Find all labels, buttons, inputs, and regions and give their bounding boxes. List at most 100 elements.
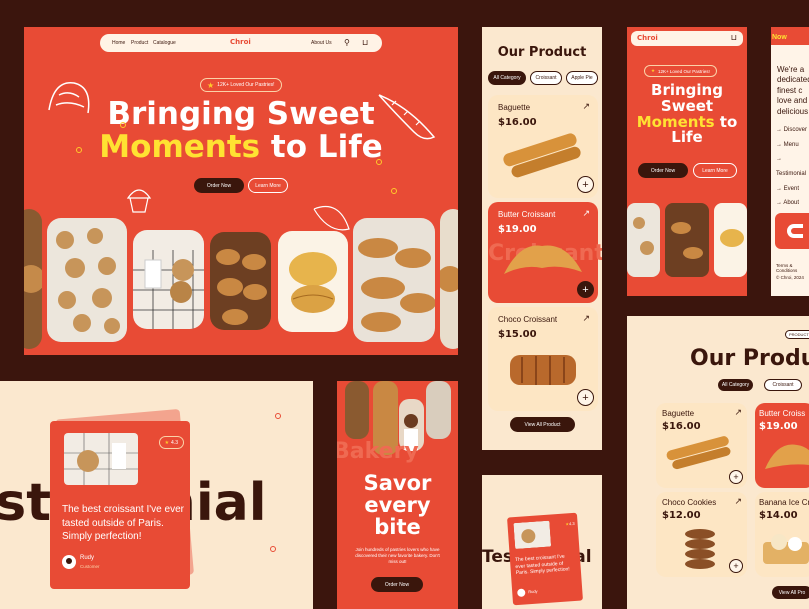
add-to-cart-button[interactable]: + xyxy=(577,389,594,406)
sparkle-icon xyxy=(376,159,382,165)
add-to-cart-button[interactable]: + xyxy=(577,176,594,193)
terms-link[interactable]: Terms & Conditions xyxy=(776,263,809,273)
hero-mobile-panel: Chroi ⊔ ★ 12K+ Loved Our Pastries! Bringi… xyxy=(627,27,747,296)
hero-title-highlight: Moments xyxy=(99,128,261,165)
arrow-up-right-icon[interactable]: ↗ xyxy=(582,208,590,219)
mobile-hero-title: Bringing Sweet Moments to Life xyxy=(636,81,738,147)
mobile-navbar: Chroi ⊔ xyxy=(631,31,743,46)
croissant-image xyxy=(765,444,809,469)
baguette-image xyxy=(666,436,731,470)
product-card[interactable]: Choco Croissant $15.00 ↗ + xyxy=(488,307,598,411)
order-now-button[interactable]: Order Now xyxy=(638,163,688,178)
brand-mark-icon xyxy=(775,213,809,249)
menu-item-event[interactable]: → Event xyxy=(776,182,809,197)
add-to-cart-button[interactable]: + xyxy=(729,559,743,573)
testimonial-mobile-panel: Testimonial ★4.3 The best croissant I've… xyxy=(482,475,602,609)
product-price: $19.00 xyxy=(498,224,537,235)
product-card[interactable]: Choco Cookies $12.00 ↗ + xyxy=(656,492,747,577)
add-to-cart-button[interactable]: + xyxy=(577,281,594,298)
chip-all-category[interactable]: All Category xyxy=(718,379,753,391)
learn-more-button[interactable]: Learn More xyxy=(248,178,288,193)
cart-icon[interactable]: ⊔ xyxy=(731,33,737,42)
croissant-cut-photo xyxy=(278,231,348,332)
savor-mobile-panel: Bakery Savor every bite Join hundreds of… xyxy=(337,381,458,609)
loved-badge: ★ 12K+ Loved Our Pastries! xyxy=(200,78,282,92)
hero-section: Home Product Catalogue Chroi About Us ⚲ … xyxy=(24,27,458,355)
product-price: $16.00 xyxy=(498,117,537,128)
chip-all-category[interactable]: All Category xyxy=(488,71,526,85)
cupcake-doodle-icon xyxy=(126,189,152,213)
product-name: Baguette xyxy=(662,409,695,418)
sparkle-icon xyxy=(391,188,397,194)
product-mobile-panel: Our Product All Category Croissant Apple… xyxy=(482,27,602,450)
search-icon[interactable]: ⚲ xyxy=(344,38,350,47)
brand-logo[interactable]: Chroi xyxy=(637,34,658,42)
product-name: Baguette xyxy=(498,103,531,112)
sparkle-icon xyxy=(120,122,126,128)
menu-intro: We're a dedicated finest c love and deli… xyxy=(777,65,809,116)
customer-name: Rudy xyxy=(528,588,538,595)
learn-more-button[interactable]: Learn More xyxy=(693,163,737,178)
hero-title-rest: to Life xyxy=(260,128,383,165)
product-card[interactable]: Croissant Butter Croissant $19.00 ↗ + xyxy=(488,202,602,303)
loved-badge: ★ 12K+ Loved Our Pastries! xyxy=(644,65,717,77)
menu-item-discover[interactable]: → Discover xyxy=(776,123,809,138)
product-card[interactable]: Baguette $16.00 ↗ + xyxy=(656,403,747,488)
view-all-product-button[interactable]: View All Pro xyxy=(772,586,809,599)
chip-apple-pie[interactable]: Apple Pie xyxy=(566,71,598,85)
star-icon: ★ xyxy=(651,68,656,73)
product-card[interactable]: Butter Croiss $19.00 xyxy=(755,403,809,488)
chip-croissant[interactable]: Croissant xyxy=(530,71,562,85)
product-card[interactable]: Banana Ice Cr $14.00 xyxy=(755,492,809,577)
product-name: Banana Ice Cr xyxy=(759,498,809,507)
nav-home[interactable]: Home xyxy=(112,40,125,46)
nav-product[interactable]: Product xyxy=(131,40,148,46)
rating-badge: ★4.3 xyxy=(565,520,575,527)
menu-item-testimonial[interactable]: → Testimonial xyxy=(776,152,809,181)
add-to-cart-button[interactable]: + xyxy=(729,470,743,484)
product-price: $16.00 xyxy=(662,421,701,432)
croissants-sugar-photo xyxy=(210,232,271,330)
baguette-image xyxy=(503,133,581,178)
nav-about[interactable]: About Us xyxy=(311,40,332,46)
bg-watermark-text: Bakery xyxy=(337,439,419,464)
product-name: Choco Croissant xyxy=(498,315,558,324)
testimonial-section: estimonial ★4.3 The best croissant I've … xyxy=(0,381,313,609)
order-now-button[interactable]: Order Now xyxy=(194,178,244,193)
chip-croissant[interactable]: Croissant xyxy=(764,379,802,391)
savor-subtext: Join hundreds of pastries lovers who hav… xyxy=(355,547,440,564)
menu-item-about[interactable]: → About xyxy=(776,196,809,211)
side-menu-panel: Now We're a dedicated finest c love and … xyxy=(771,27,809,296)
croissant-cut-photo xyxy=(714,203,747,277)
avatar xyxy=(62,555,76,569)
navbar: Home Product Catalogue Chroi About Us ⚲ … xyxy=(100,34,382,52)
testimonial-card: ★4.3 The best croissant I've ever tasted… xyxy=(50,421,190,589)
ice-cream-waffle-image xyxy=(763,534,809,564)
brand-logo[interactable]: Chroi xyxy=(230,38,251,46)
customer-role: Customer xyxy=(80,564,100,569)
cookies-photo xyxy=(47,218,127,342)
testimonial-quote: The best croissant I've ever tasted outs… xyxy=(62,504,184,542)
star-icon: ★ xyxy=(207,80,215,90)
view-all-product-button[interactable]: View All Product xyxy=(510,417,575,432)
product-name: Butter Croiss xyxy=(759,409,806,418)
star-icon: ★ xyxy=(164,439,170,446)
product-price: $14.00 xyxy=(759,510,798,521)
arrow-up-right-icon[interactable]: ↗ xyxy=(734,407,742,418)
menu-item-menu[interactable]: → Menu xyxy=(776,138,809,153)
order-now-button[interactable]: Order Now xyxy=(371,577,423,592)
sparkle-icon xyxy=(270,546,276,552)
customer-name: Rudy xyxy=(80,555,95,561)
croissants-photo xyxy=(665,203,709,277)
pastry-photo xyxy=(426,381,451,439)
product-card[interactable]: Baguette $16.00 ↗ + xyxy=(488,95,598,198)
testimonial-quote: The best croissant I've ever tasted outs… xyxy=(514,553,570,577)
arrow-up-right-icon[interactable]: ↗ xyxy=(734,496,742,507)
cart-icon[interactable]: ⊔ xyxy=(362,38,368,47)
arrow-up-right-icon[interactable]: ↗ xyxy=(582,101,590,112)
nav-catalogue[interactable]: Catalogue xyxy=(153,40,176,46)
product-title: Our Product xyxy=(497,45,587,60)
cookies-photo xyxy=(513,520,552,550)
arrow-up-right-icon[interactable]: ↗ xyxy=(582,313,590,324)
product-price: $19.00 xyxy=(759,421,798,432)
